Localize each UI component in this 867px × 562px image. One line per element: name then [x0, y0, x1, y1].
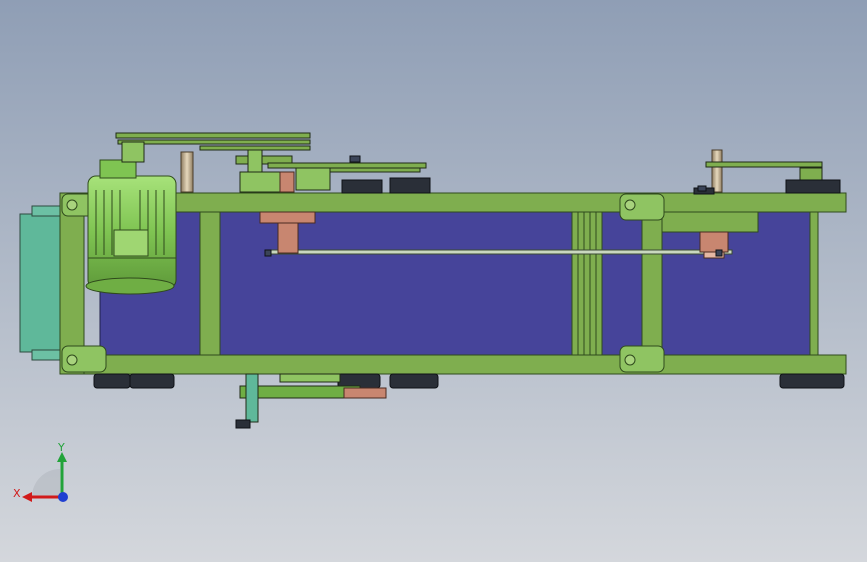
electric-motor[interactable] — [85, 159, 177, 295]
x-axis-arrowhead-icon — [22, 492, 32, 502]
conveyor-assembly-model[interactable] — [0, 0, 867, 562]
side-guard-panel[interactable] — [19, 205, 63, 361]
pulley-housing-left — [279, 171, 295, 193]
caster-wheels[interactable] — [93, 373, 845, 389]
x-axis-label: X — [13, 487, 21, 500]
drive-pulley-right[interactable] — [699, 231, 729, 259]
top-bearing-blocks[interactable] — [341, 177, 841, 195]
y-axis-label: Y — [57, 441, 65, 454]
tension-rod[interactable] — [269, 249, 733, 255]
cad-viewport[interactable]: X Y — [0, 0, 867, 562]
z-axis-dot-icon — [58, 492, 68, 502]
right-belt-drive[interactable] — [705, 161, 823, 181]
coordinate-triad: X Y — [13, 441, 68, 502]
upper-belt-drive[interactable] — [115, 132, 427, 173]
triad-plane-icon — [32, 469, 60, 497]
